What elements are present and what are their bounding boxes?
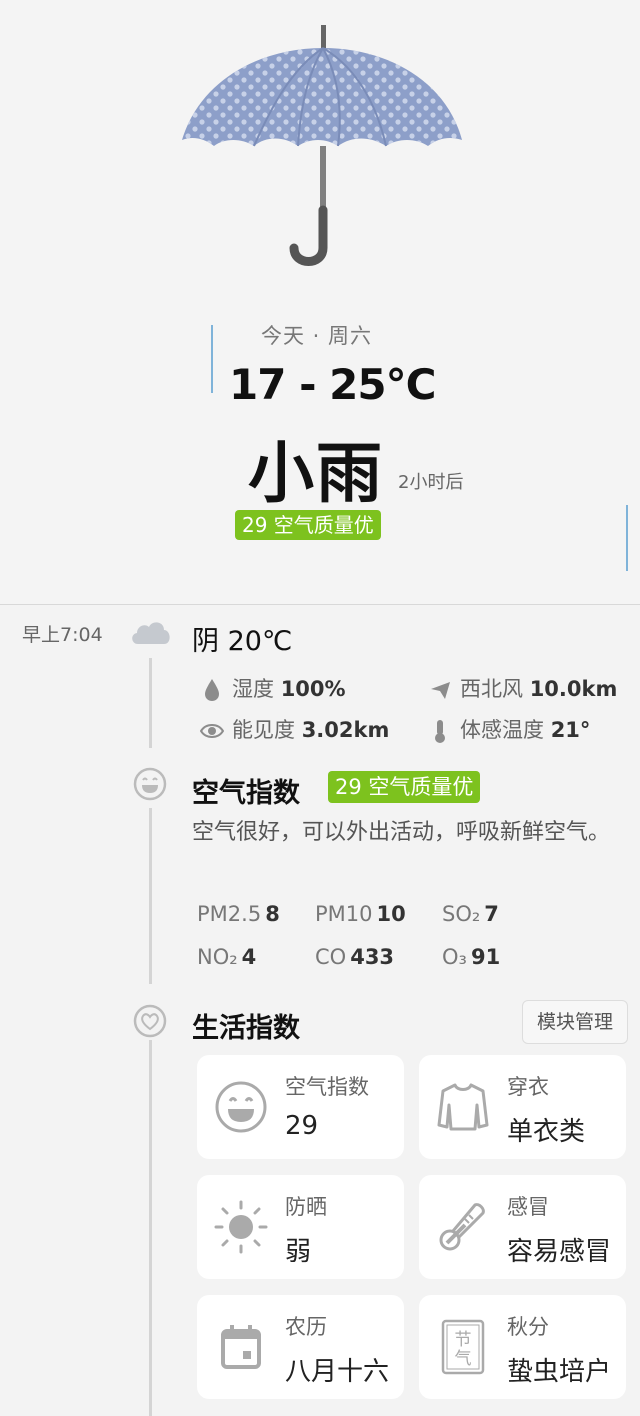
accent-line-right <box>626 505 628 571</box>
pollutant-co: CO 433 <box>315 945 395 969</box>
timeline-line <box>149 808 152 984</box>
card-lunar[interactable]: 农历 八月十六 <box>197 1295 404 1399</box>
card-title: 农历 <box>285 1315 327 1339</box>
card-solar-term[interactable]: 节 气 秋分 蛰虫培户 <box>419 1295 626 1399</box>
card-title: 防晒 <box>285 1195 327 1219</box>
card-title: 感冒 <box>507 1195 549 1219</box>
card-sunscreen[interactable]: 防晒 弱 <box>197 1175 404 1279</box>
card-title: 穿衣 <box>507 1075 549 1099</box>
module-manage-button[interactable]: 模块管理 <box>522 1000 628 1044</box>
card-cold[interactable]: 感冒 容易感冒 <box>419 1175 626 1279</box>
card-title: 空气指数 <box>285 1075 369 1099</box>
condition-time: 2小时后 <box>398 472 464 493</box>
card-value: 蛰虫培户 <box>507 1357 612 1387</box>
pollutant-no2: NO₂ 4 <box>197 945 257 969</box>
card-value: 29 <box>285 1111 319 1141</box>
air-index-title: 空气指数 <box>192 778 300 809</box>
card-value: 八月十六 <box>285 1357 390 1387</box>
temperature-range: 17 - 25℃ <box>229 360 436 409</box>
wind-icon <box>431 682 450 699</box>
thermometer-icon <box>439 1203 485 1251</box>
pollutant-pm10: PM10 10 <box>315 902 406 926</box>
card-air-index[interactable]: 空气指数 29 <box>197 1055 404 1159</box>
sun-icon <box>214 1200 268 1254</box>
thermometer-icon <box>435 720 445 743</box>
aqi-badge[interactable]: 29 空气质量优 <box>328 771 481 803</box>
timeline-line <box>149 1040 152 1416</box>
card-title: 秋分 <box>507 1315 549 1339</box>
pollutant-pm25: PM2.5 8 <box>197 902 280 926</box>
current-weather: 阴 20℃ <box>192 626 293 657</box>
card-value: 容易感冒 <box>507 1237 612 1267</box>
visibility-icon <box>200 724 224 738</box>
card-value: 弱 <box>285 1237 312 1267</box>
card-clothing[interactable]: 穿衣 单衣类 <box>419 1055 626 1159</box>
smiley-icon <box>133 767 167 801</box>
air-description: 空气很好，可以外出活动，呼吸新鲜空气。 <box>192 820 611 845</box>
hero-panel: 今天 · 周六 17 - 25℃ 小雨 2小时后 29 空气质量优 <box>0 0 640 604</box>
heart-icon <box>133 1004 167 1038</box>
cloud-icon <box>132 622 170 644</box>
svg-text:气: 气 <box>455 1349 472 1369</box>
accent-line-left <box>211 325 213 393</box>
observation-time: 早上7:04 <box>22 624 103 646</box>
hero-divider <box>0 604 640 605</box>
umbrella-illustration <box>182 25 462 266</box>
wind-detail: 西北风 10.0km <box>428 673 617 703</box>
day-label: 今天 · 周六 <box>261 324 373 348</box>
pollutant-o3: O₃ 91 <box>442 945 501 969</box>
smiley-icon <box>215 1081 267 1133</box>
pollutant-so2: SO₂ 7 <box>442 902 499 926</box>
life-index-title: 生活指数 <box>192 1013 300 1044</box>
shirt-icon <box>437 1083 489 1131</box>
solar-term-icon: 节 气 <box>441 1319 485 1375</box>
feels-like-detail: 体感温度 21° <box>428 714 590 744</box>
visibility-detail: 能见度 3.02km <box>200 714 389 744</box>
aqi-badge[interactable]: 29 空气质量优 <box>235 510 381 540</box>
weather-condition: 小雨 <box>248 434 384 512</box>
timeline-line <box>149 658 152 748</box>
card-value: 单衣类 <box>507 1117 586 1147</box>
calendar-icon <box>221 1325 261 1369</box>
humidity-detail: 湿度 100% <box>200 673 346 703</box>
svg-text:节: 节 <box>455 1330 472 1350</box>
humidity-icon <box>205 679 219 701</box>
